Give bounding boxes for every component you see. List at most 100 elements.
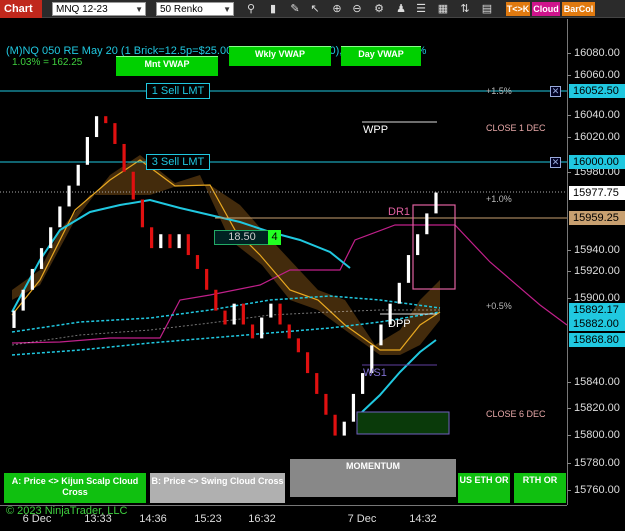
brick-count-box: 4: [268, 230, 281, 245]
renko-brick-down: [168, 234, 172, 249]
bar-style-icon[interactable]: ▮: [266, 2, 280, 16]
renko-brick-up: [39, 248, 44, 269]
dpp-label: DPP: [388, 318, 411, 330]
data-box-icon[interactable]: ▤: [480, 2, 494, 16]
properties-icon[interactable]: ☰: [414, 2, 428, 16]
price-tick: 15920.00: [567, 265, 620, 277]
wpp-label: WPP: [363, 124, 389, 136]
price-tick: 16060.00: [567, 69, 620, 81]
price-tick: 15800.00: [567, 429, 620, 441]
renko-brick-up: [260, 317, 264, 339]
close-6dec-label: CLOSE 6 DEC: [486, 409, 546, 419]
us-eth-or-button[interactable]: US ETH OR: [458, 473, 510, 503]
renko-brick-up: [232, 303, 236, 325]
time-tick: 15:23: [194, 513, 222, 525]
renko-brick-up: [177, 234, 181, 249]
renko-brick-up: [12, 310, 16, 328]
chevron-down-icon: ▼: [223, 5, 231, 14]
price-marker-vwap: 15868.80: [569, 333, 625, 347]
weekly-vwap-button[interactable]: Wkly VWAP: [229, 46, 331, 66]
price-marker-band-mid: 15882.00: [569, 317, 625, 331]
level-label-plus05: +0.5%: [486, 301, 512, 311]
sell1-limit-order[interactable]: 1 Sell LMT: [146, 83, 210, 99]
renko-brick-up: [85, 137, 89, 165]
close-icon[interactable]: ✕: [550, 86, 561, 97]
bar-type-value: 50 Renko: [160, 4, 203, 15]
indicators-icon[interactable]: ⚙: [372, 2, 386, 16]
renko-brick-down: [250, 324, 255, 339]
bar-type-selector[interactable]: 50 Renko ▼: [156, 2, 234, 16]
day-vwap-button[interactable]: Day VWAP: [341, 46, 421, 66]
momentum-zone: [356, 411, 450, 435]
chart-plot-area[interactable]: (M)NQ 050 RE May 20 (1 Brick=12.5p=$25.0…: [0, 19, 567, 517]
close-icon[interactable]: ✕: [550, 157, 561, 168]
renko-brick-down: [131, 171, 135, 200]
price-tick: 16020.00: [567, 131, 620, 143]
time-tick: 13:33: [84, 513, 112, 525]
tk-toggle-button[interactable]: T<>K: [506, 2, 530, 16]
distance-value-box: 18.50: [214, 230, 270, 245]
renko-brick-up: [416, 234, 420, 256]
price-marker-band-upper: 15892.17: [569, 303, 625, 317]
instrument-value: MNQ 12-23: [56, 4, 108, 15]
close-1dec-label: CLOSE 1 DEC: [486, 123, 546, 133]
time-tick: 7 Dec: [347, 513, 377, 525]
cloud-toggle-button[interactable]: Cloud: [532, 2, 560, 16]
zoom-in-icon[interactable]: ⊕: [330, 2, 344, 16]
price-marker-sell3: 16000.00: [569, 155, 625, 169]
month-vwap-button[interactable]: Mnt VWAP: [116, 56, 218, 76]
renko-brick-down: [333, 414, 337, 436]
rth-or-button[interactable]: RTH OR: [514, 473, 566, 503]
kijun-cross-button[interactable]: A: Price <> Kijun Scalp Cloud Cross: [4, 473, 146, 503]
dr1-label: DR1: [388, 206, 411, 218]
price-marker-sell1: 16052.50: [569, 84, 625, 98]
renko-brick-down: [287, 324, 291, 339]
renko-brick-down: [195, 255, 200, 269]
barcol-toggle-button[interactable]: BarCol: [562, 2, 595, 16]
swing-cross-button[interactable]: B: Price <> Swing Cloud Cross: [150, 473, 285, 503]
renko-brick-up: [21, 289, 25, 311]
renko-brick-down: [278, 303, 282, 325]
renko-brick-up: [406, 255, 411, 283]
ws1-label: WS1: [363, 367, 387, 379]
time-axis[interactable]: 6 Dec 13:33 14:36 15:23 16:32 7 Dec 14:3…: [0, 505, 567, 531]
renko-brick-up: [397, 282, 401, 304]
sell3-limit-order[interactable]: 3 Sell LMT: [146, 154, 210, 170]
price-tick: 16040.00: [567, 109, 620, 121]
search-icon[interactable]: ⚲: [244, 2, 258, 16]
renko-brick-down: [205, 268, 209, 290]
price-tick: 15940.00: [567, 244, 620, 256]
renko-brick-down: [122, 143, 126, 172]
zoom-out-icon[interactable]: ⊖: [350, 2, 364, 16]
price-marker-level: 15959.25: [569, 211, 625, 225]
price-marker-last: 15977.75: [569, 186, 625, 200]
renko-brick-up: [76, 164, 80, 186]
price-axis[interactable]: 16080.00 16060.00 16040.00 16020.00 1598…: [567, 19, 625, 505]
time-tick: 14:36: [139, 513, 167, 525]
renko-brick-down: [104, 116, 108, 124]
renko-bricks: [12, 116, 438, 436]
renko-brick-down: [223, 310, 227, 325]
price-tick: 16080.00: [567, 47, 620, 59]
time-tick: 16:32: [248, 513, 276, 525]
renko-brick-down: [113, 123, 117, 144]
renko-brick-down: [214, 289, 218, 311]
instrument-selector[interactable]: MNQ 12-23 ▼: [52, 2, 146, 16]
renko-brick-up: [159, 234, 163, 249]
toolbar: Chart MNQ 12-23 ▼ 50 Renko ▼ ⚲ ▮ ✎ ↖ ⊕ ⊖ ⚙…: [0, 0, 625, 18]
renko-brick-up: [269, 303, 273, 318]
renko-brick-up: [425, 213, 429, 235]
chart-trader-icon[interactable]: ⇅: [458, 2, 472, 16]
renko-brick-up: [434, 192, 438, 214]
cursor-icon[interactable]: ↖: [308, 2, 322, 16]
renko-brick-up: [49, 227, 53, 249]
renko-brick-up: [30, 268, 34, 290]
window-icon[interactable]: ▦: [436, 2, 450, 16]
time-tick: 14:32: [409, 513, 437, 525]
renko-brick-down: [140, 199, 145, 228]
renko-brick-down: [186, 234, 190, 256]
strategies-icon[interactable]: ♟: [394, 2, 408, 16]
draw-icon[interactable]: ✎: [288, 2, 302, 16]
chart-tab[interactable]: Chart: [0, 0, 42, 18]
momentum-button[interactable]: MOMENTUM: [290, 459, 456, 497]
